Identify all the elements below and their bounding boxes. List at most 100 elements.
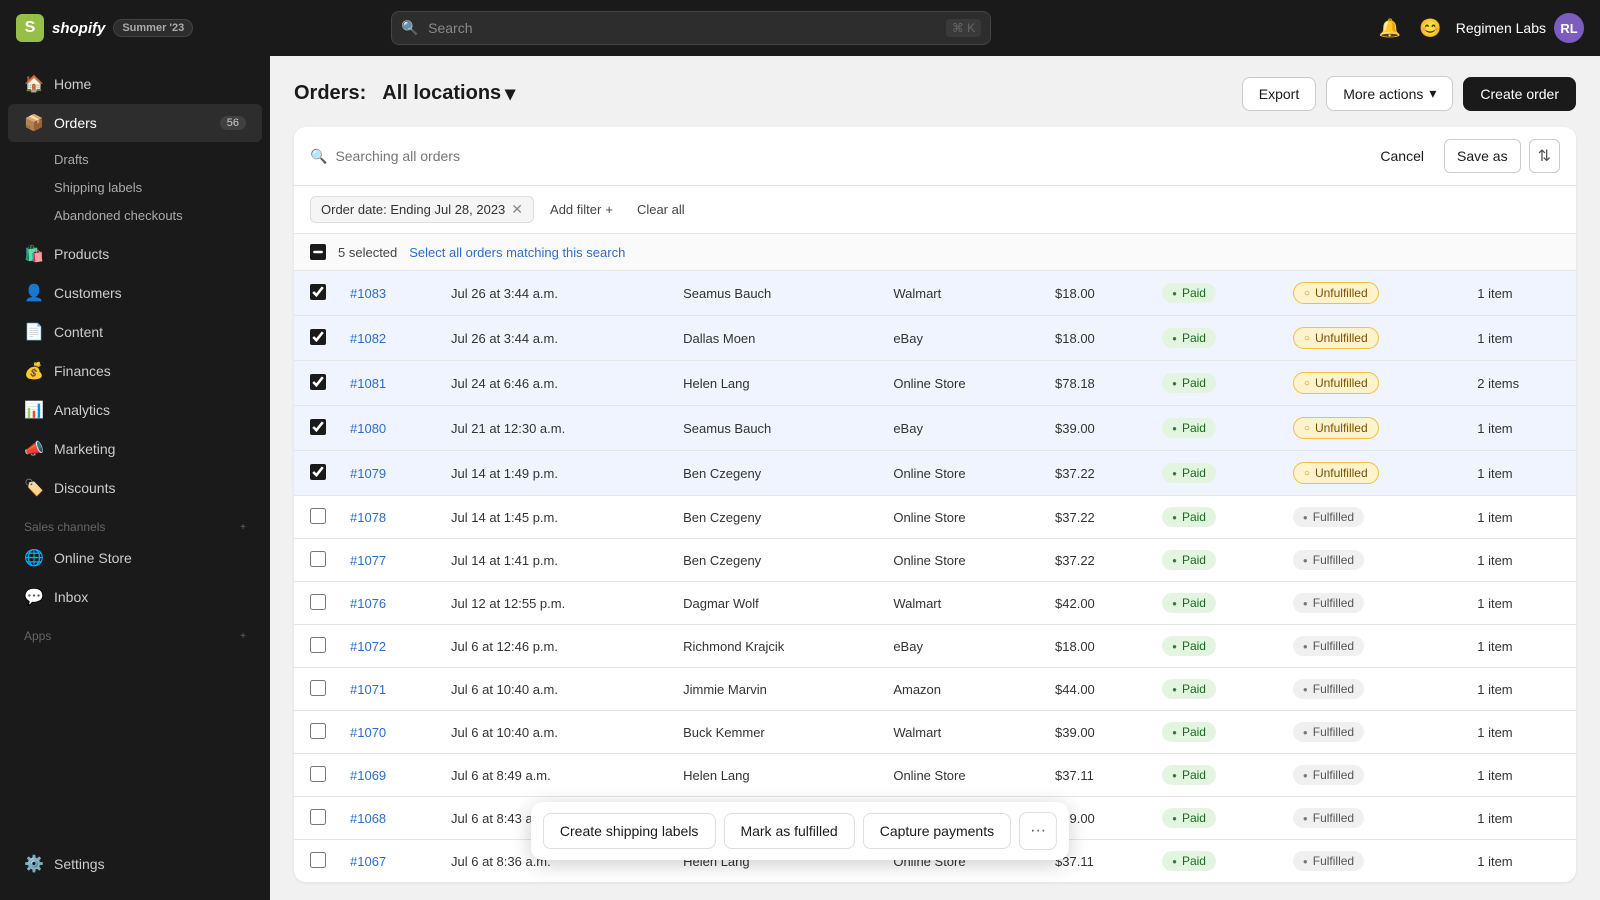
orders-panel: 🔍 Cancel Save as ⇅ Order date: Ending Ju… [294, 127, 1576, 882]
sidebar-item-finances[interactable]: 💰 Finances [8, 352, 262, 390]
table-row: #1081 Jul 24 at 6:46 a.m. Helen Lang Onl… [294, 361, 1576, 406]
plus-icon: + [605, 202, 613, 217]
chevron-down-icon: ▾ [1429, 85, 1436, 102]
order-number[interactable]: #1081 [350, 376, 386, 391]
order-number[interactable]: #1076 [350, 596, 386, 611]
order-number[interactable]: #1080 [350, 421, 386, 436]
customers-icon: 👤 [24, 283, 44, 303]
table-row: #1069 Jul 6 at 8:49 a.m. Helen Lang Onli… [294, 754, 1576, 797]
sidebar-item-marketing[interactable]: 📣 Marketing [8, 430, 262, 468]
order-number[interactable]: #1078 [350, 510, 386, 525]
notifications-icon[interactable]: 🔔 [1375, 14, 1405, 43]
more-actions-button[interactable]: More actions ▾ [1326, 76, 1453, 111]
order-channel: Online Store [881, 539, 1043, 582]
sidebar-label-online-store: Online Store [54, 550, 132, 566]
row-checkbox[interactable] [310, 594, 326, 610]
row-checkbox[interactable] [310, 374, 326, 390]
payment-badge: Paid [1162, 722, 1216, 742]
order-items: 1 item [1465, 496, 1576, 539]
order-number[interactable]: #1069 [350, 768, 386, 783]
payment-badge: Paid [1162, 679, 1216, 699]
order-number[interactable]: #1072 [350, 639, 386, 654]
sales-channels-expand-icon[interactable]: + [240, 522, 246, 533]
payment-badge: Paid [1162, 418, 1216, 438]
order-customer: Ben Czegeny [671, 539, 881, 582]
row-checkbox[interactable] [310, 809, 326, 825]
sidebar-label-products: Products [54, 246, 109, 262]
sidebar-item-products[interactable]: 🛍️ Products [8, 235, 262, 273]
search-actions: Cancel Save as ⇅ [1368, 139, 1560, 173]
row-checkbox[interactable] [310, 329, 326, 345]
order-number[interactable]: #1083 [350, 286, 386, 301]
order-customer: Dagmar Wolf [671, 582, 881, 625]
sidebar-item-online-store[interactable]: 🌐 Online Store [8, 539, 262, 577]
table-row: #1079 Jul 14 at 1:49 p.m. Ben Czegeny On… [294, 451, 1576, 496]
more-actions-bar-button[interactable]: ··· [1019, 812, 1057, 850]
row-checkbox[interactable] [310, 852, 326, 868]
add-filter-button[interactable]: Add filter + [542, 198, 621, 221]
order-number[interactable]: #1068 [350, 811, 386, 826]
create-order-button[interactable]: Create order [1463, 77, 1576, 111]
more-actions-label: More actions [1343, 86, 1423, 102]
sidebar-item-orders[interactable]: 📦 Orders 56 [8, 104, 262, 142]
search-input[interactable] [391, 11, 991, 45]
help-icon[interactable]: 😊 [1415, 14, 1445, 43]
save-as-button[interactable]: Save as [1444, 139, 1521, 173]
sidebar-sub-drafts[interactable]: Drafts [8, 146, 262, 173]
export-button[interactable]: Export [1242, 77, 1316, 111]
sidebar-item-content[interactable]: 📄 Content [8, 313, 262, 351]
sidebar-nav: 🏠 Home 📦 Orders 56 Drafts Shipping label… [0, 56, 270, 836]
cancel-search-button[interactable]: Cancel [1368, 139, 1436, 173]
row-checkbox[interactable] [310, 508, 326, 524]
mark-as-fulfilled-button[interactable]: Mark as fulfilled [723, 813, 854, 849]
fulfillment-badge: Fulfilled [1293, 851, 1364, 871]
sidebar-sub-shipping-labels[interactable]: Shipping labels [8, 174, 262, 201]
sidebar-item-settings[interactable]: ⚙️ Settings [8, 845, 262, 883]
row-checkbox[interactable] [310, 766, 326, 782]
order-channel: Walmart [881, 711, 1043, 754]
sidebar-item-discounts[interactable]: 🏷️ Discounts [8, 469, 262, 507]
row-checkbox[interactable] [310, 680, 326, 696]
create-shipping-labels-button[interactable]: Create shipping labels [543, 813, 716, 849]
sidebar-label-settings: Settings [54, 856, 105, 872]
sidebar-item-inbox[interactable]: 💬 Inbox [8, 578, 262, 616]
order-number[interactable]: #1070 [350, 725, 386, 740]
sidebar-item-home[interactable]: 🏠 Home [8, 65, 262, 103]
remove-filter-icon[interactable]: ✕ [511, 201, 523, 218]
orders-search-input[interactable] [335, 148, 1360, 164]
order-number[interactable]: #1079 [350, 466, 386, 481]
order-number[interactable]: #1067 [350, 854, 386, 869]
sidebar-label-finances: Finances [54, 363, 111, 379]
order-number[interactable]: #1082 [350, 331, 386, 346]
header-actions: Export More actions ▾ Create order [1242, 76, 1576, 111]
capture-payments-button[interactable]: Capture payments [863, 813, 1011, 849]
row-checkbox[interactable] [310, 464, 326, 480]
summer-badge: Summer '23 [113, 19, 193, 37]
select-all-orders-link[interactable]: Select all orders matching this search [409, 245, 625, 260]
inbox-icon: 💬 [24, 587, 44, 607]
row-checkbox[interactable] [310, 637, 326, 653]
sidebar-item-analytics[interactable]: 📊 Analytics [8, 391, 262, 429]
store-selector[interactable]: Regimen Labs RL [1456, 13, 1584, 43]
order-channel: Walmart [881, 271, 1043, 316]
order-items: 1 item [1465, 271, 1576, 316]
sidebar-item-customers[interactable]: 👤 Customers [8, 274, 262, 312]
order-number[interactable]: #1077 [350, 553, 386, 568]
sidebar-label-analytics: Analytics [54, 402, 110, 418]
order-number[interactable]: #1071 [350, 682, 386, 697]
clear-all-button[interactable]: Clear all [629, 198, 693, 221]
order-amount: $18.00 [1043, 625, 1150, 668]
discounts-icon: 🏷️ [24, 478, 44, 498]
apps-expand-icon[interactable]: + [240, 631, 246, 642]
row-checkbox[interactable] [310, 551, 326, 567]
sort-button[interactable]: ⇅ [1529, 139, 1560, 173]
row-checkbox[interactable] [310, 723, 326, 739]
order-items: 1 item [1465, 406, 1576, 451]
select-all-checkbox[interactable] [310, 244, 326, 260]
sidebar-sub-abandoned-checkouts[interactable]: Abandoned checkouts [8, 202, 262, 229]
row-checkbox[interactable] [310, 284, 326, 300]
payment-badge: Paid [1162, 550, 1216, 570]
main-content: Orders: All locations ▾ Export More acti… [270, 56, 1600, 900]
row-checkbox[interactable] [310, 419, 326, 435]
location-selector-button[interactable]: All locations ▾ [374, 77, 523, 110]
